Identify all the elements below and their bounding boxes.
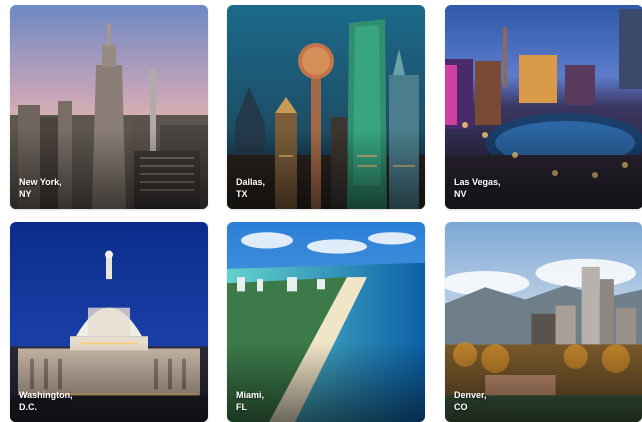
destination-region: NV bbox=[454, 189, 467, 199]
destination-city: Washington, bbox=[19, 390, 73, 400]
destination-card-washington[interactable]: Washington, D.C. bbox=[10, 222, 208, 422]
destination-region: TX bbox=[236, 189, 248, 199]
destination-caption: Dallas, TX bbox=[236, 176, 265, 200]
destination-region: FL bbox=[236, 402, 247, 412]
destination-city: Denver, bbox=[454, 390, 487, 400]
destination-card-dallas[interactable]: Dallas, TX bbox=[227, 5, 425, 209]
destination-card-las-vegas[interactable]: Las Vegas, NV bbox=[445, 5, 642, 209]
destination-card-denver[interactable]: Denver, CO bbox=[445, 222, 642, 422]
destination-card-new-york[interactable]: New York, NY bbox=[10, 5, 208, 209]
destination-city: Dallas, bbox=[236, 177, 266, 187]
destination-caption: Miami, FL bbox=[236, 389, 264, 413]
destination-city: Las Vegas, bbox=[454, 177, 501, 187]
destination-caption: Las Vegas, NV bbox=[454, 176, 501, 200]
destination-city: New York, bbox=[19, 177, 62, 187]
destination-city: Miami, bbox=[236, 390, 265, 400]
destination-caption: Washington, D.C. bbox=[19, 389, 73, 413]
destination-card-miami[interactable]: Miami, FL bbox=[227, 222, 425, 422]
destination-region: CO bbox=[454, 402, 468, 412]
destination-region: D.C. bbox=[19, 402, 37, 412]
destination-region: NY bbox=[19, 189, 32, 199]
destination-grid: New York, NY Dallas, TX Las Vegas, NV Wa… bbox=[0, 0, 642, 422]
destination-caption: New York, NY bbox=[19, 176, 62, 200]
destination-caption: Denver, CO bbox=[454, 389, 487, 413]
